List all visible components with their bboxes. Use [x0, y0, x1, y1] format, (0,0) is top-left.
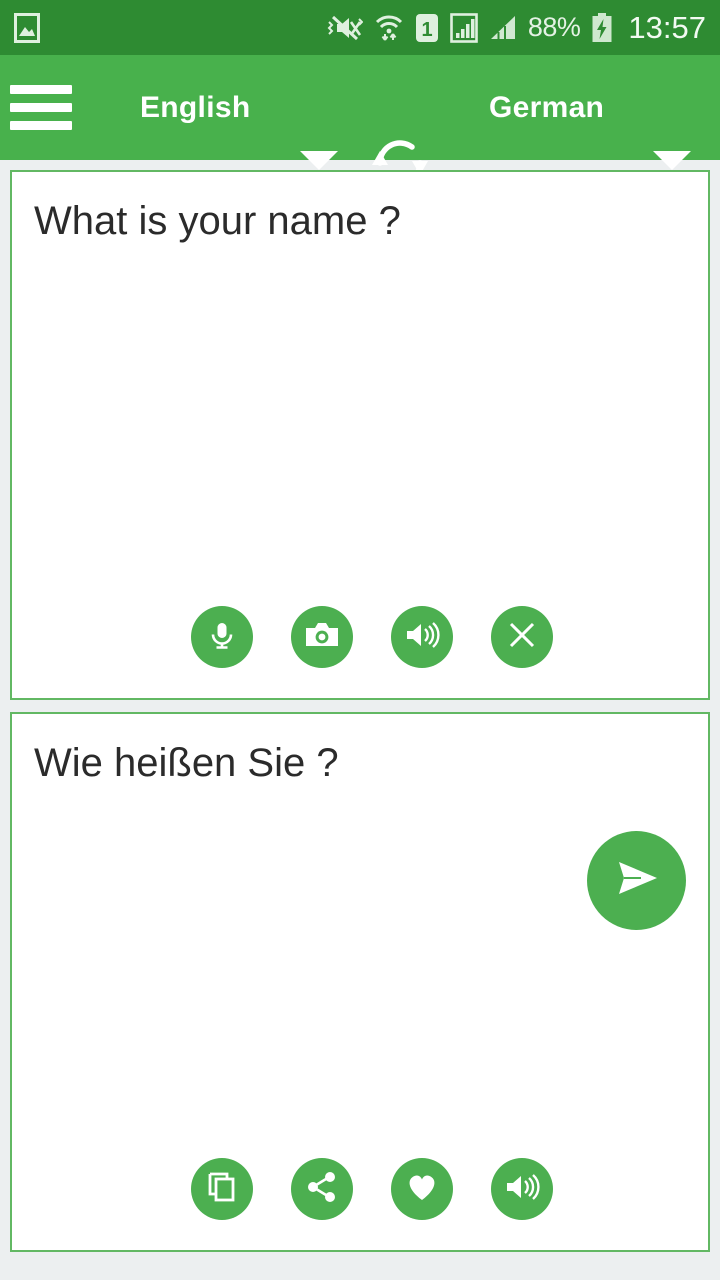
speaker-icon: [504, 1171, 540, 1208]
camera-input-button[interactable]: [291, 606, 353, 668]
image-icon: [14, 12, 40, 43]
voice-input-button[interactable]: [191, 606, 253, 668]
copy-icon: [205, 1170, 239, 1209]
copy-result-button[interactable]: [191, 1158, 253, 1220]
translation-result-text: Wie heißen Sie ?: [34, 741, 339, 785]
status-bar-clock: 13:57: [628, 9, 706, 45]
speak-result-button[interactable]: [491, 1158, 553, 1220]
mute-vibrate-icon: [327, 13, 363, 43]
hamburger-bar: [10, 85, 72, 94]
camera-icon: [304, 618, 340, 657]
signal-bars-icon: [489, 13, 517, 43]
share-icon: [305, 1170, 339, 1209]
battery-charging-icon: [591, 12, 613, 43]
clear-source-button[interactable]: [491, 606, 553, 668]
source-panel: What is your name ?: [10, 170, 710, 700]
favorite-result-button[interactable]: [391, 1158, 453, 1220]
translate-send-button[interactable]: [587, 831, 686, 930]
source-language-label[interactable]: English: [140, 91, 250, 125]
target-language-label[interactable]: German: [489, 91, 604, 125]
svg-text:1: 1: [421, 19, 432, 41]
status-bar-right: 1 88% 13:57: [327, 10, 706, 46]
speaker-icon: [404, 619, 440, 656]
speak-source-button[interactable]: [391, 606, 453, 668]
source-text-input[interactable]: What is your name ?: [12, 172, 708, 606]
hamburger-bar: [10, 103, 72, 112]
microphone-icon: [205, 618, 239, 657]
result-action-row: [12, 1158, 708, 1250]
status-bar-left: [14, 12, 40, 43]
battery-percent: 88%: [527, 12, 581, 42]
status-bar: 1 88% 13:57: [0, 0, 720, 55]
hamburger-bar: [10, 121, 72, 130]
result-panel: Wie heißen Sie ?: [10, 712, 710, 1252]
share-result-button[interactable]: [291, 1158, 353, 1220]
send-icon: [609, 850, 665, 911]
wifi-transfer-icon: [374, 13, 404, 43]
translator-body: What is your name ? Wie heißen Sie ?: [0, 160, 720, 1262]
close-icon: [506, 619, 538, 656]
app-toolbar: English German: [0, 55, 720, 186]
source-action-row: [12, 606, 708, 698]
signal-boxed-icon: [450, 12, 478, 43]
heart-icon: [405, 1171, 439, 1208]
sim-1-icon: 1: [415, 13, 439, 43]
menu-icon[interactable]: [10, 85, 72, 130]
